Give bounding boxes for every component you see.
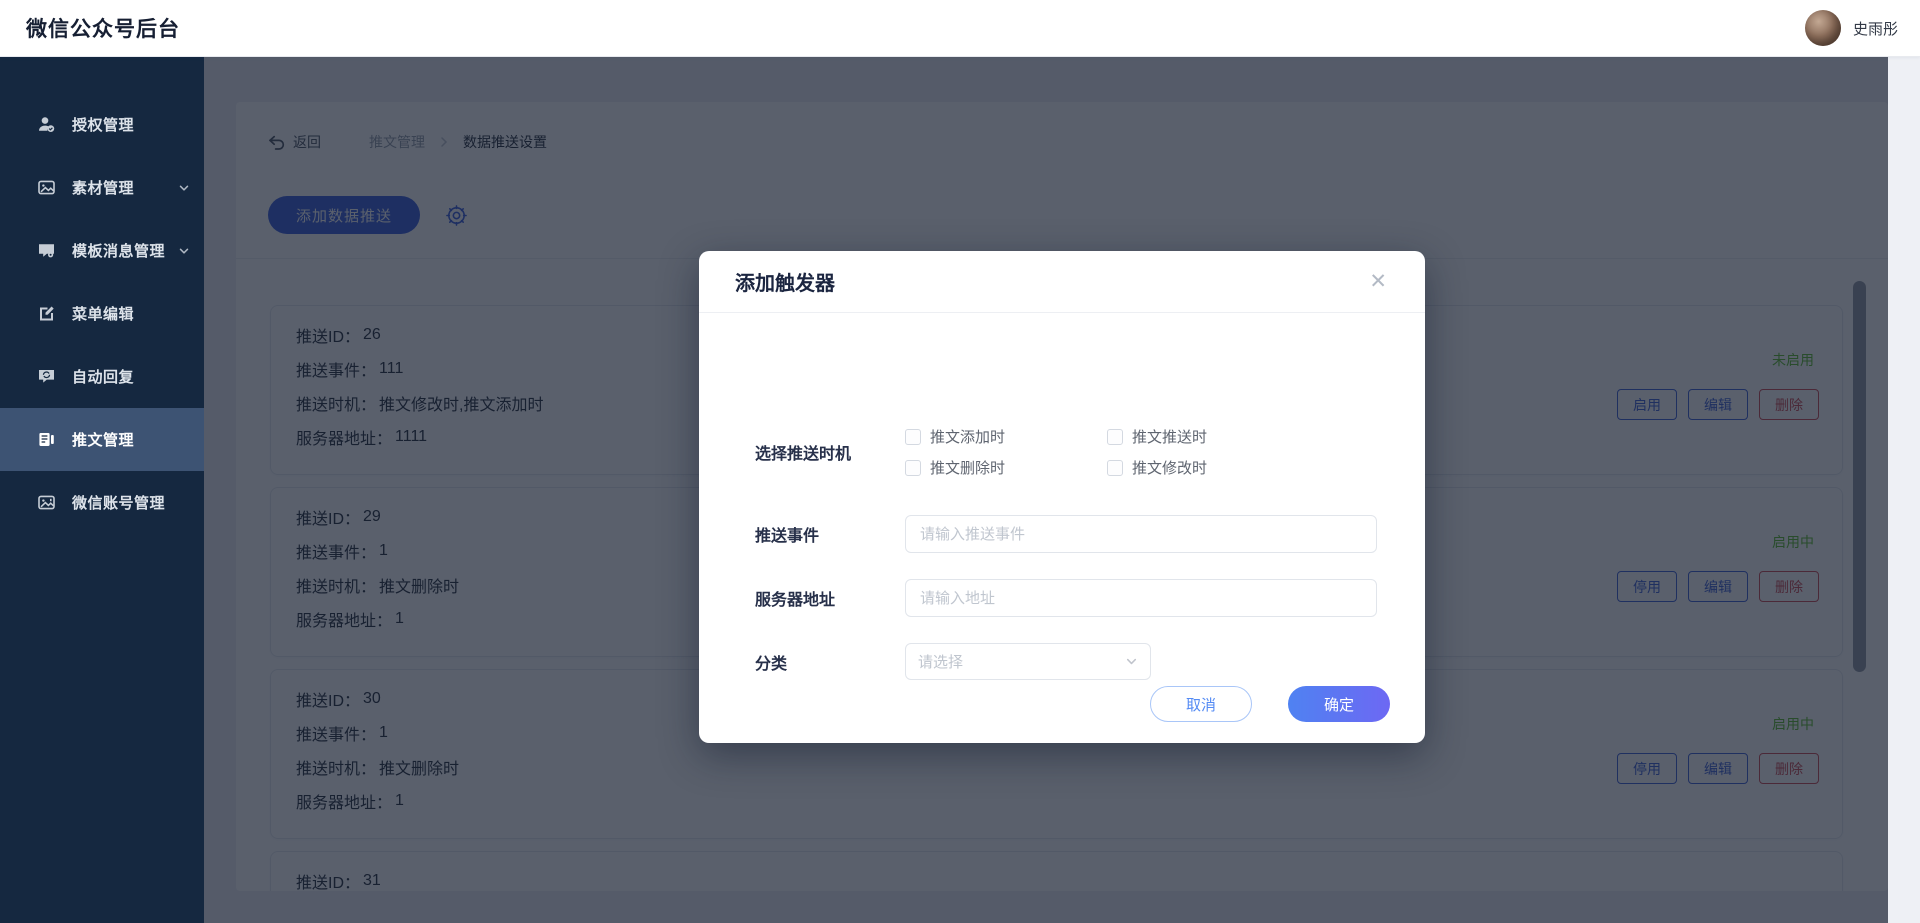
timing-option[interactable]: 推文添加时 [905,428,1107,446]
sidebar-item-label: 素材管理 [72,177,134,198]
chevron-down-icon [178,245,190,257]
user-menu[interactable]: 史雨彤 [1805,10,1898,46]
sidebar-item-template-message[interactable]: 模板消息管理 [0,219,204,282]
timing-option[interactable]: 推文修改时 [1107,459,1207,477]
checkbox-label: 推文添加时 [930,426,1005,447]
account-image-icon [36,493,56,513]
checkbox[interactable] [1107,429,1123,445]
sidebar-item-auth[interactable]: 授权管理 [0,93,204,156]
field-label-category: 分类 [755,650,905,674]
field-category: 分类 请选择 [755,643,1377,680]
confirm-button[interactable]: 确定 [1288,686,1390,722]
checkbox[interactable] [905,429,921,445]
user-check-icon [36,115,56,135]
chevron-down-icon [178,182,190,194]
category-select-placeholder: 请选择 [918,651,963,672]
field-label-event: 推送事件 [755,522,905,546]
chevron-down-icon [1125,655,1138,668]
sidebar-item-auto-reply[interactable]: 自动回复 [0,345,204,408]
checkbox-label: 推文删除时 [930,457,1005,478]
field-server: 服务器地址 [755,579,1377,617]
modal-body: 选择推送时机 推文添加时 推文推送时推文删除时 推文修改时 推送事件 服务器地址 分… [699,313,1425,686]
image-icon [36,178,56,198]
timing-option[interactable]: 推文推送时 [1107,428,1207,446]
sidebar-item-label: 模板消息管理 [72,240,165,261]
cancel-button[interactable]: 取消 [1150,686,1252,722]
modal-header: 添加触发器 ✕ [699,251,1425,313]
news-icon [36,430,56,450]
modal-title: 添加触发器 [735,267,835,296]
app-title: 微信公众号后台 [26,13,180,43]
checkbox-label: 推文修改时 [1132,457,1207,478]
field-event: 推送事件 [755,515,1377,553]
event-input[interactable] [905,515,1377,553]
add-trigger-modal: 添加触发器 ✕ 选择推送时机 推文添加时 推文推送时推文删除时 推文修改时 推送事件… [699,251,1425,743]
sidebar-item-label: 微信账号管理 [72,492,165,513]
sidebar-item-label: 授权管理 [72,114,134,135]
checkbox[interactable] [1107,460,1123,476]
field-timing: 选择推送时机 推文添加时 推文推送时推文删除时 推文修改时 [755,421,1377,483]
sidebar-item-label: 推文管理 [72,429,134,450]
sidebar-item-wechat-account[interactable]: 微信账号管理 [0,471,204,534]
category-select[interactable]: 请选择 [905,643,1151,680]
user-name: 史雨彤 [1853,18,1898,39]
reply-icon [36,367,56,387]
checkbox-label: 推文推送时 [1132,426,1207,447]
checkbox[interactable] [905,460,921,476]
message-icon [36,241,56,261]
sidebar-nav: 授权管理素材管理模板消息管理菜单编辑自动回复推文管理微信账号管理 [0,57,204,534]
timing-option[interactable]: 推文删除时 [905,459,1107,477]
avatar[interactable] [1805,10,1841,46]
sidebar-item-label: 自动回复 [72,366,134,387]
sidebar-item-tweet-manage[interactable]: 推文管理 [0,408,204,471]
close-icon[interactable]: ✕ [1369,271,1387,292]
sidebar-item-material[interactable]: 素材管理 [0,156,204,219]
timing-options: 推文添加时 推文推送时推文删除时 推文修改时 [905,428,1207,477]
edit-icon [36,304,56,324]
sidebar-item-label: 菜单编辑 [72,303,134,324]
field-label-timing: 选择推送时机 [755,440,905,464]
sidebar: 授权管理素材管理模板消息管理菜单编辑自动回复推文管理微信账号管理 [0,57,204,923]
server-input[interactable] [905,579,1377,617]
app-header: 微信公众号后台 史雨彤 [0,0,1920,57]
field-label-server: 服务器地址 [755,586,905,610]
sidebar-item-menu-edit[interactable]: 菜单编辑 [0,282,204,345]
